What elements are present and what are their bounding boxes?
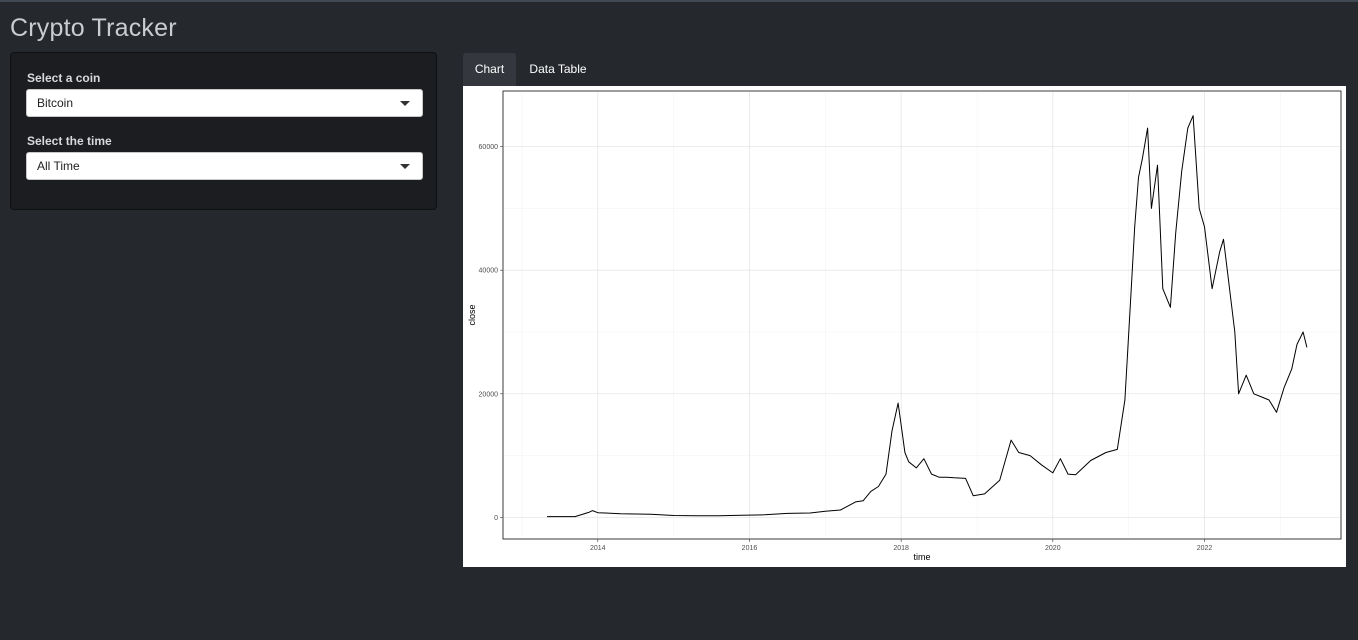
time-select-value: All Time: [37, 159, 80, 173]
chart-panel: 2014 2016 2018 2020 2022 0 20000 40000 60000 time…: [463, 86, 1346, 567]
y-tick-label: 40000: [479, 268, 499, 275]
chevron-down-icon: [400, 164, 410, 169]
sidebar-panel: Select a coin Bitcoin Select the time Al…: [10, 52, 437, 210]
y-tick-label: 0: [494, 515, 498, 522]
x-tick-label: 2016: [742, 545, 758, 552]
tab-data-table[interactable]: Data Table: [521, 53, 595, 86]
tab-chart[interactable]: Chart: [463, 53, 516, 86]
app-title: Crypto Tracker: [10, 14, 177, 42]
y-tick-label: 60000: [479, 144, 499, 151]
coin-select-label: Select a coin: [27, 71, 101, 85]
plot-area: [502, 90, 1342, 540]
time-select[interactable]: All Time: [26, 152, 423, 180]
chevron-down-icon: [400, 101, 410, 106]
x-axis-title: time: [913, 552, 930, 562]
x-tick-label: 2022: [1197, 545, 1213, 552]
y-tick-label: 20000: [479, 391, 499, 398]
x-tick-label: 2014: [590, 545, 606, 552]
top-border: [0, 0, 1358, 2]
coin-select[interactable]: Bitcoin: [26, 89, 423, 117]
price-chart: 2014 2016 2018 2020 2022 0 20000 40000 60000 time…: [467, 90, 1342, 562]
y-axis-title: close: [467, 304, 477, 325]
coin-select-value: Bitcoin: [37, 96, 74, 110]
x-tick-label: 2018: [893, 545, 909, 552]
time-select-label: Select the time: [27, 134, 112, 148]
x-tick-label: 2020: [1045, 545, 1061, 552]
